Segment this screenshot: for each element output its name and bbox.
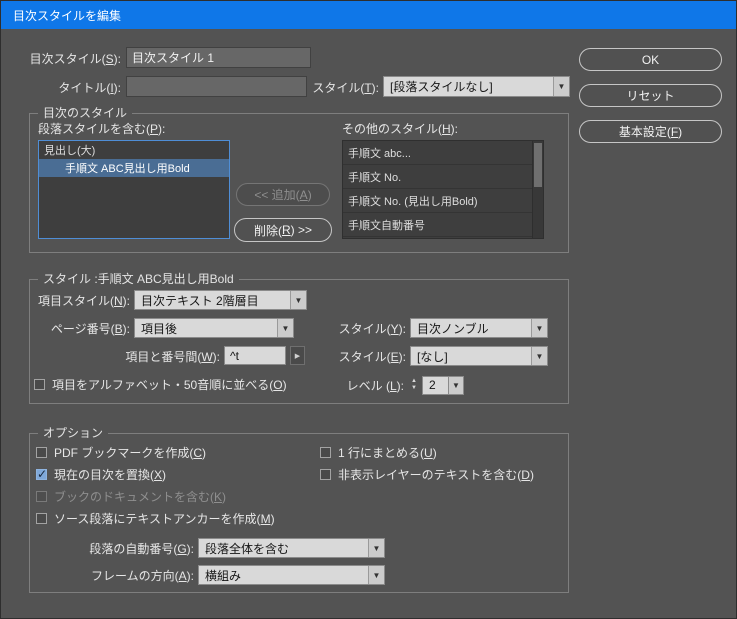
frame-direction-select[interactable]: 横組み ▼ <box>198 565 385 585</box>
run-in-checkbox[interactable]: 1 行にまとめる(U) <box>320 444 437 461</box>
checkbox-label: 項目をアルファベット・50音順に並べる(O) <box>52 378 287 392</box>
toc-style-name-input[interactable]: 目次スタイル 1 <box>126 47 311 68</box>
title-input[interactable] <box>126 76 307 97</box>
numbered-paragraphs-select[interactable]: 段落全体を含む ▼ <box>198 538 385 558</box>
ok-button[interactable]: OK <box>579 48 722 71</box>
reset-button[interactable]: リセット <box>579 84 722 107</box>
remove-style-button[interactable]: 削除(R) >> <box>234 218 332 242</box>
title-style-value: [段落スタイルなし] <box>390 80 493 94</box>
checkbox-box <box>320 469 331 480</box>
scrollbar[interactable] <box>532 141 543 238</box>
title-style-select[interactable]: [段落スタイルなし] ▼ <box>383 76 570 97</box>
page-number-value: 項目後 <box>141 321 178 336</box>
include-styles-label: 段落スタイルを含む(P): <box>38 122 166 136</box>
nudge-arrows-icon[interactable]: ▲ ▼ <box>408 378 420 392</box>
level-value[interactable]: 2 <box>422 375 449 395</box>
checkbox-label: PDF ブックマークを作成(C) <box>54 446 207 460</box>
chevron-down-icon: ▼ <box>531 319 547 337</box>
list-item[interactable]: 手順文自動番号 <box>343 213 543 237</box>
checkbox-box <box>36 467 47 481</box>
chevron-down-icon: ▼ <box>553 77 569 96</box>
checkbox-box <box>36 491 47 502</box>
chevron-down-icon: ▼ <box>368 539 384 557</box>
checkbox-box <box>320 447 331 458</box>
entry-style-label: 項目スタイル(N): <box>37 294 130 308</box>
checkbox-box <box>36 513 47 524</box>
separator-label: 項目と番号間(W): <box>125 350 220 364</box>
basic-settings-button[interactable]: 基本設定(F) <box>579 120 722 143</box>
dialog-title: 目次スタイルを編集 <box>13 8 122 23</box>
page-number-label: ページ番号(B): <box>50 322 130 336</box>
toc-styles-group: 目次のスタイル 段落スタイルを含む(P): 見出し(大) 手順文 ABC見出し用… <box>29 106 569 253</box>
chevron-down-icon: ▼ <box>368 566 384 584</box>
replace-existing-toc-checkbox[interactable]: 現在の目次を置換(X) <box>36 466 166 483</box>
numbered-paragraphs-value: 段落全体を含む <box>205 541 290 556</box>
special-character-menu-button[interactable]: ▶ <box>290 346 305 365</box>
level-label: レベル (L): <box>346 379 404 393</box>
frame-direction-value: 横組み <box>205 568 242 583</box>
title-style-label: スタイル(T): <box>312 81 379 95</box>
checkbox-label: 1 行にまとめる(U) <box>338 446 437 460</box>
entry-style-value: 目次テキスト 2階層目 <box>141 293 259 308</box>
numbered-paragraphs-label: 段落の自動番号(G): <box>89 542 194 556</box>
page-style-value: 目次ノンブル <box>417 321 489 336</box>
edit-toc-style-dialog: 目次スタイルを編集 目次スタイル(S): 目次スタイル 1 タイトル(I): ス… <box>0 0 737 619</box>
sort-alphabetical-checkbox[interactable]: 項目をアルファベット・50音順に並べる(O) <box>34 376 287 393</box>
triangle-right-icon: ▶ <box>294 352 301 360</box>
include-styles-list[interactable]: 見出し(大) 手順文 ABC見出し用Bold <box>38 140 230 239</box>
style-settings-group: スタイル :手順文 ABC見出し用Bold 項目スタイル(N): 目次テキスト … <box>29 272 569 404</box>
checkbox-label: 現在の目次を置換(X) <box>54 468 167 482</box>
add-style-button[interactable]: << 追加(A) <box>236 183 330 206</box>
options-group: オプション PDF ブックマークを作成(C) 1 行にまとめる(U) 現在の目次… <box>29 426 569 593</box>
chevron-down-icon: ▼ <box>277 319 293 337</box>
chevron-down-icon[interactable]: ▼ <box>449 375 464 395</box>
other-styles-label: その他のスタイル(H): <box>342 122 459 136</box>
toc-style-name-label: 目次スタイル(S): <box>29 52 121 66</box>
page-style-label: スタイル(Y): <box>338 322 406 336</box>
separator-style-value: [なし] <box>417 349 448 364</box>
chevron-down-icon: ▼ <box>290 291 306 309</box>
checkbox-label: ブックのドキュメントを含む(K) <box>54 490 227 504</box>
list-item[interactable]: 手順文 No. (見出し用Bold) <box>343 189 543 213</box>
entry-style-select[interactable]: 目次テキスト 2階層目 ▼ <box>134 290 307 310</box>
other-styles-list[interactable]: 手順文 abc... 手順文 No. 手順文 No. (見出し用Bold) 手順… <box>342 140 544 239</box>
include-hidden-layers-checkbox[interactable]: 非表示レイヤーのテキストを含む(D) <box>320 466 534 483</box>
page-style-select[interactable]: 目次ノンブル ▼ <box>410 318 548 338</box>
style-settings-group-legend: スタイル :手順文 ABC見出し用Bold <box>38 272 239 287</box>
list-item[interactable]: 手順文 abc... <box>343 141 543 165</box>
checkbox-label: 非表示レイヤーのテキストを含む(D) <box>338 468 534 482</box>
checkbox-label: ソース段落にテキストアンカーを作成(M) <box>54 512 275 526</box>
checkbox-box <box>36 447 47 458</box>
scrollbar-thumb[interactable] <box>534 143 542 187</box>
page-number-select[interactable]: 項目後 ▼ <box>134 318 294 338</box>
checkbox-box <box>34 379 45 390</box>
separator-style-select[interactable]: [なし] ▼ <box>410 346 548 366</box>
include-book-documents-checkbox: ブックのドキュメントを含む(K) <box>36 488 226 505</box>
separator-style-label: スタイル(E): <box>338 350 406 364</box>
title-label: タイトル(I): <box>58 81 121 95</box>
frame-direction-label: フレームの方向(A): <box>91 569 194 583</box>
toc-styles-group-legend: 目次のスタイル <box>38 106 133 121</box>
level-stepper[interactable]: ▲ ▼ 2 ▼ <box>408 375 464 395</box>
separator-input[interactable]: ^t <box>224 346 286 365</box>
list-item[interactable]: 見出し(大) <box>39 141 229 159</box>
list-item[interactable]: 手順文 No. <box>343 165 543 189</box>
options-group-legend: オプション <box>38 426 109 441</box>
create-text-anchor-checkbox[interactable]: ソース段落にテキストアンカーを作成(M) <box>36 510 275 527</box>
pdf-bookmarks-checkbox[interactable]: PDF ブックマークを作成(C) <box>36 444 206 461</box>
list-item[interactable]: 手順文 ABC見出し用Bold <box>39 159 229 177</box>
dialog-titlebar[interactable]: 目次スタイルを編集 <box>1 1 736 29</box>
chevron-down-icon: ▼ <box>531 347 547 365</box>
